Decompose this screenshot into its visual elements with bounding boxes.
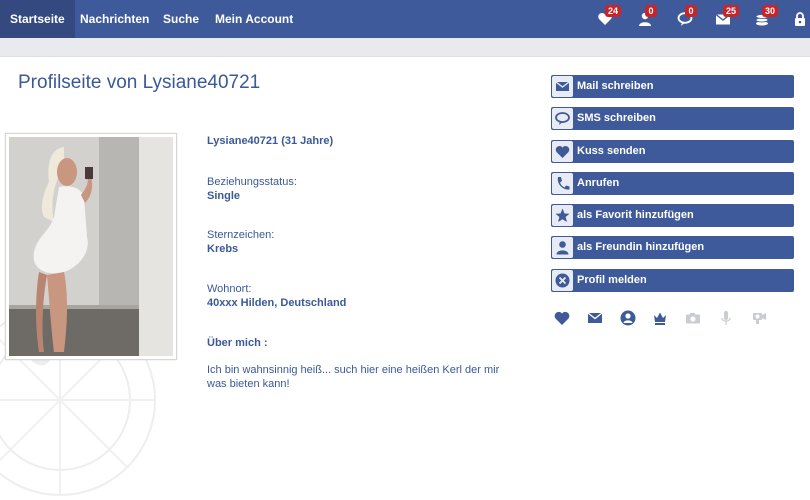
heart-icon[interactable] xyxy=(553,309,571,327)
chat-bubble-icon xyxy=(555,112,570,125)
action-label: Kuss senden xyxy=(577,145,646,157)
about-label: Über mich : xyxy=(207,337,268,349)
camera-icon[interactable] xyxy=(684,309,702,327)
visitors-notification[interactable]: 0 xyxy=(637,5,657,27)
sms-schreiben-button[interactable]: SMS schreiben xyxy=(551,107,794,130)
mails-badge: 25 xyxy=(723,5,740,17)
mails-notification[interactable]: 25 xyxy=(715,5,740,27)
kuss-senden-button[interactable]: Kuss senden xyxy=(551,140,794,163)
kisses-badge: 24 xyxy=(605,5,622,17)
mail-schreiben-button[interactable]: Mail schreiben xyxy=(551,75,794,98)
profile-feature-icons xyxy=(553,309,793,327)
person-icon xyxy=(556,241,569,255)
action-label: Profil melden xyxy=(577,274,647,286)
profile-photo-image xyxy=(9,137,173,356)
visitors-badge: 0 xyxy=(645,5,657,17)
sms-notification[interactable]: 0 xyxy=(677,5,697,27)
crown-icon[interactable] xyxy=(651,309,669,327)
profile-name-age: Lysiane40721 (31 Jahre) xyxy=(207,135,334,147)
action-label: als Freundin hinzufügen xyxy=(577,241,705,253)
star-icon xyxy=(555,208,570,222)
action-label: als Favorit hinzufügen xyxy=(577,209,694,221)
nav-mein-account[interactable]: Mein Account xyxy=(205,0,303,38)
location-label: Wohnort: xyxy=(207,283,252,295)
action-label: SMS schreiben xyxy=(577,112,656,124)
close-circle-icon xyxy=(555,273,570,288)
top-navbar: Startseite Nachrichten Suche Mein Accoun… xyxy=(0,0,810,38)
kisses-notification[interactable]: 24 xyxy=(597,5,622,27)
logout-button[interactable] xyxy=(792,11,808,27)
page-title: Profilseite von Lysiane40721 xyxy=(18,72,261,93)
about-text: Ich bin wahnsinnig heiß... such hier ein… xyxy=(207,364,500,390)
webcam-icon[interactable] xyxy=(750,309,768,327)
mail-icon xyxy=(555,81,570,91)
action-label: Mail schreiben xyxy=(577,80,654,92)
lock-icon xyxy=(795,12,805,26)
location-value: 40xxx Hilden, Deutschland xyxy=(207,297,347,309)
mail-icon[interactable] xyxy=(586,309,604,327)
relationship-value: Single xyxy=(207,190,241,202)
heart-icon xyxy=(555,146,570,158)
user-circle-icon[interactable] xyxy=(619,309,637,327)
phone-icon xyxy=(557,177,570,190)
relationship-label: Beziehungsstatus: xyxy=(207,176,297,188)
microphone-icon[interactable] xyxy=(717,309,735,327)
favorit-hinzufuegen-button[interactable]: als Favorit hinzufügen xyxy=(551,204,794,227)
nav-suche[interactable]: Suche xyxy=(153,0,209,38)
freundin-hinzufuegen-button[interactable]: als Freundin hinzufügen xyxy=(551,236,794,259)
zodiac-label: Sternzeichen: xyxy=(207,229,275,241)
nav-startseite[interactable]: Startseite xyxy=(0,0,75,38)
sms-badge: 0 xyxy=(685,5,697,17)
coins-badge: 30 xyxy=(762,5,779,17)
anrufen-button[interactable]: Anrufen xyxy=(551,172,794,195)
nav-nachrichten[interactable]: Nachrichten xyxy=(70,0,159,38)
profil-melden-button[interactable]: Profil melden xyxy=(551,269,794,292)
coins-notification[interactable]: 30 xyxy=(754,5,779,27)
profile-photo[interactable] xyxy=(5,133,177,360)
sub-bar xyxy=(0,38,810,57)
zodiac-value: Krebs xyxy=(207,243,239,255)
action-label: Anrufen xyxy=(577,177,620,189)
